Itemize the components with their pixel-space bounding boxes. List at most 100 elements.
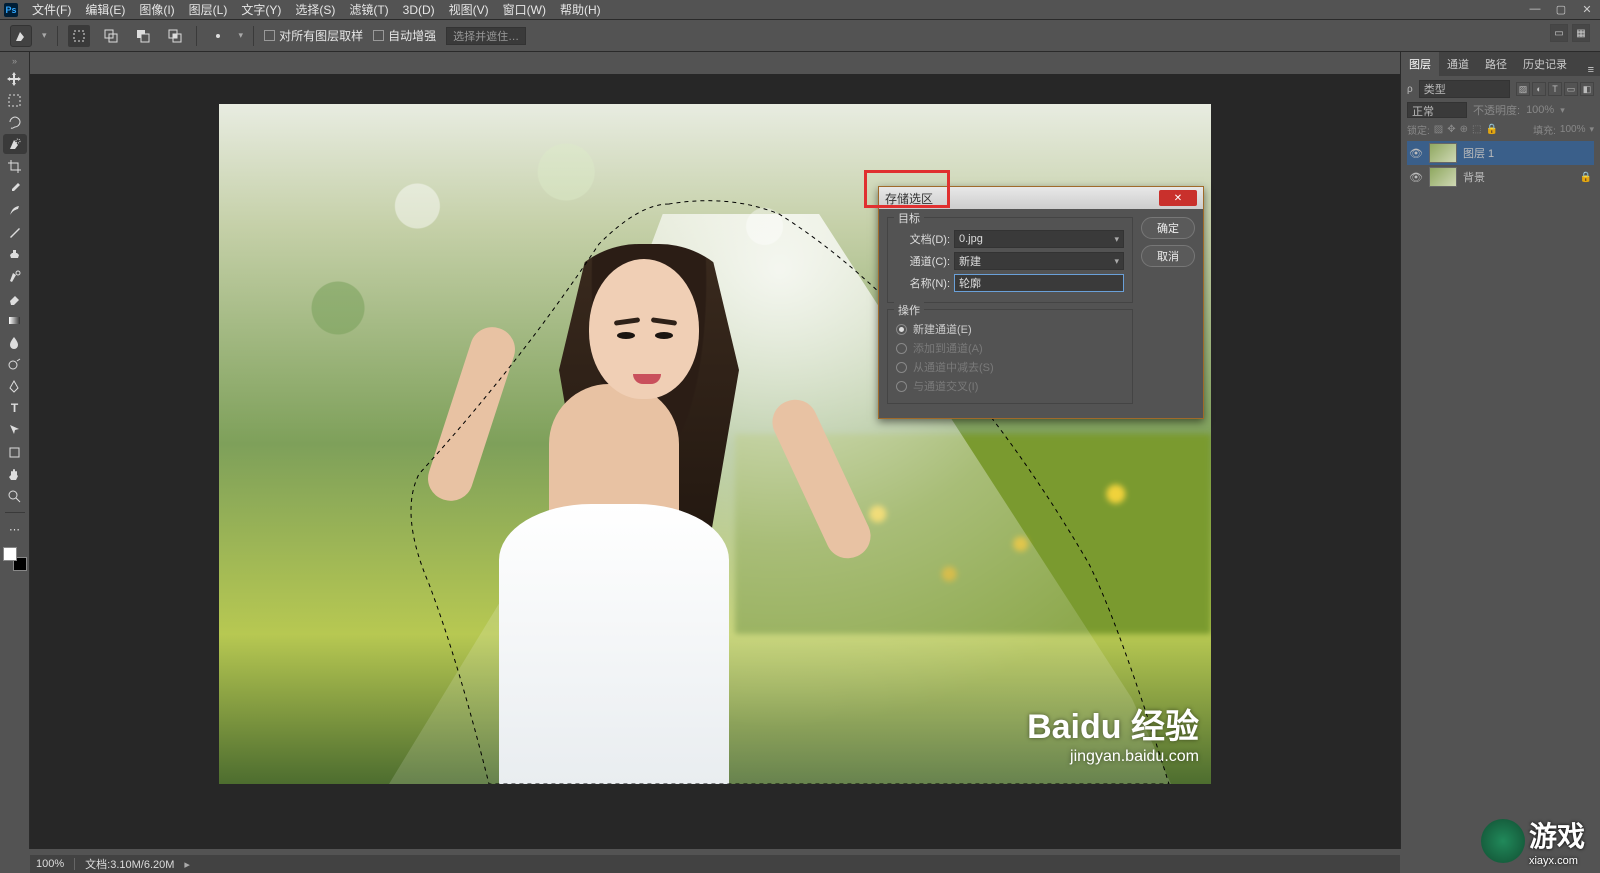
arrange-icon[interactable]: ▦ <box>1572 24 1590 42</box>
lock-pixels-icon[interactable]: ▨ <box>1434 124 1443 135</box>
fill-value[interactable]: 100% <box>1560 124 1586 135</box>
layer-name[interactable]: 图层 1 <box>1463 145 1494 161</box>
lasso-tool[interactable] <box>3 112 27 132</box>
maximize-button[interactable]: ▢ <box>1552 2 1570 16</box>
menu-3d[interactable]: 3D(D) <box>403 3 435 17</box>
filter-type-icon[interactable]: T <box>1548 82 1562 96</box>
tab-channels[interactable]: 通道 <box>1439 52 1477 76</box>
lock-label: 锁定: <box>1407 122 1430 137</box>
panel-menu-icon[interactable]: ≡ <box>1582 64 1600 76</box>
op-add-channel-radio: 添加到通道(A) <box>896 340 1124 356</box>
eraser-tool[interactable] <box>3 288 27 308</box>
fill-label: 填充: <box>1533 122 1556 137</box>
tab-paths[interactable]: 路径 <box>1477 52 1515 76</box>
game-logo-url: xiayx.com <box>1529 855 1585 867</box>
edit-toolbar-icon[interactable]: ⋯ <box>3 519 27 539</box>
ok-button[interactable]: 确定 <box>1141 217 1195 239</box>
brush-tool[interactable] <box>3 222 27 242</box>
lock-artboard-icon[interactable]: ⬚ <box>1472 124 1481 135</box>
layer-row[interactable]: 👁 图层 1 <box>1407 141 1594 165</box>
menu-edit[interactable]: 编辑(E) <box>85 1 125 18</box>
intersect-selection-icon[interactable] <box>164 25 186 47</box>
refine-edge-combo[interactable]: 选择并遮住… <box>446 27 526 45</box>
subtract-selection-icon[interactable] <box>132 25 154 47</box>
status-menu-icon[interactable]: ▸ <box>184 858 190 871</box>
workspace-view-icons: ▭ ▦ <box>1550 24 1590 42</box>
separator <box>74 858 75 870</box>
clone-stamp-tool[interactable] <box>3 244 27 264</box>
foreground-color-swatch[interactable] <box>3 547 17 561</box>
brush-preset-icon[interactable] <box>207 25 229 47</box>
eyedropper-tool[interactable] <box>3 178 27 198</box>
name-input[interactable] <box>954 274 1124 292</box>
layer-name[interactable]: 背景 <box>1463 169 1485 185</box>
channel-combo[interactable]: 新建 <box>954 252 1124 270</box>
dodge-tool[interactable] <box>3 354 27 374</box>
move-tool[interactable] <box>3 68 27 88</box>
quick-selection-tool[interactable] <box>3 134 27 154</box>
layer-thumbnail[interactable] <box>1429 167 1457 187</box>
menu-select[interactable]: 选择(S) <box>295 1 335 18</box>
filter-pixel-icon[interactable]: ▨ <box>1516 82 1530 96</box>
dialog-close-button[interactable]: ✕ <box>1159 190 1197 206</box>
screen-mode-icon[interactable]: ▭ <box>1550 24 1568 42</box>
menu-filter[interactable]: 滤镜(T) <box>349 1 388 18</box>
op-int-label: 与通道交叉(I) <box>913 378 978 394</box>
document-info[interactable]: 文档:3.10M/6.20M <box>85 856 174 872</box>
sample-all-layers-checkbox[interactable]: 对所有图层取样 <box>264 27 363 44</box>
auto-enhance-label: 自动增强 <box>388 27 436 44</box>
close-window-button[interactable]: ✕ <box>1578 2 1596 16</box>
tab-layers[interactable]: 图层 <box>1401 52 1439 76</box>
menu-layer[interactable]: 图层(L) <box>189 1 228 18</box>
tab-history[interactable]: 历史记录 <box>1515 52 1575 76</box>
visibility-icon[interactable]: 👁 <box>1409 147 1423 160</box>
new-selection-icon[interactable] <box>68 25 90 47</box>
menu-help[interactable]: 帮助(H) <box>560 1 601 18</box>
opacity-value[interactable]: 100% <box>1526 104 1554 116</box>
brush-dropdown-icon[interactable]: ▾ <box>239 30 244 41</box>
menu-image[interactable]: 图像(I) <box>139 1 174 18</box>
layer-thumbnail[interactable] <box>1429 143 1457 163</box>
hand-tool[interactable] <box>3 464 27 484</box>
cancel-button[interactable]: 取消 <box>1141 245 1195 267</box>
menu-window[interactable]: 窗口(W) <box>503 1 546 18</box>
menu-type[interactable]: 文字(Y) <box>241 1 281 18</box>
history-brush-tool[interactable] <box>3 266 27 286</box>
menu-file[interactable]: 文件(F) <box>32 1 71 18</box>
save-selection-dialog: 存储选区 ✕ 目标 文档(D): 0.jpg 通道(C): 新建 名称(N): <box>878 186 1204 419</box>
type-tool[interactable]: T <box>3 398 27 418</box>
add-selection-icon[interactable] <box>100 25 122 47</box>
tool-dropdown-icon[interactable]: ▾ <box>42 30 47 41</box>
filter-shape-icon[interactable]: ▭ <box>1564 82 1578 96</box>
rectangle-tool[interactable] <box>3 442 27 462</box>
filter-smart-icon[interactable]: ◧ <box>1580 82 1594 96</box>
lock-all-icon[interactable]: 🔒 <box>1485 124 1497 135</box>
separator <box>196 26 197 46</box>
current-tool-icon[interactable] <box>10 25 32 47</box>
layers-panel: ρ 类型 ▨ ◐ T ▭ ◧ 正常 不透明度: 100% ▾ 锁定: ▨ ✥ <box>1401 76 1600 193</box>
healing-brush-tool[interactable] <box>3 200 27 220</box>
layer-filter-combo[interactable]: 类型 <box>1419 80 1510 98</box>
layer-filter-icons: ▨ ◐ T ▭ ◧ <box>1516 82 1594 96</box>
auto-enhance-checkbox[interactable]: 自动增强 <box>373 27 436 44</box>
filter-adjust-icon[interactable]: ◐ <box>1532 82 1546 96</box>
layer-row[interactable]: 👁 背景 🔒 <box>1407 165 1594 189</box>
document-combo[interactable]: 0.jpg <box>954 230 1124 248</box>
op-new-channel-radio[interactable]: 新建通道(E) <box>896 321 1124 337</box>
blend-mode-combo[interactable]: 正常 <box>1407 102 1467 118</box>
foreground-background-colors[interactable] <box>3 547 27 571</box>
blur-tool[interactable] <box>3 332 27 352</box>
path-selection-tool[interactable] <box>3 420 27 440</box>
zoom-tool[interactable] <box>3 486 27 506</box>
lock-position-icon[interactable]: ✥ <box>1447 124 1455 135</box>
zoom-level[interactable]: 100% <box>36 858 64 870</box>
pen-tool[interactable] <box>3 376 27 396</box>
lock-transparency-icon[interactable]: ⊕ <box>1460 124 1468 135</box>
toolbox-collapse-icon[interactable]: » <box>12 56 17 66</box>
crop-tool[interactable] <box>3 156 27 176</box>
minimize-button[interactable]: — <box>1526 2 1544 16</box>
gradient-tool[interactable] <box>3 310 27 330</box>
menu-view[interactable]: 视图(V) <box>449 1 489 18</box>
marquee-tool[interactable] <box>3 90 27 110</box>
visibility-icon[interactable]: 👁 <box>1409 171 1423 184</box>
